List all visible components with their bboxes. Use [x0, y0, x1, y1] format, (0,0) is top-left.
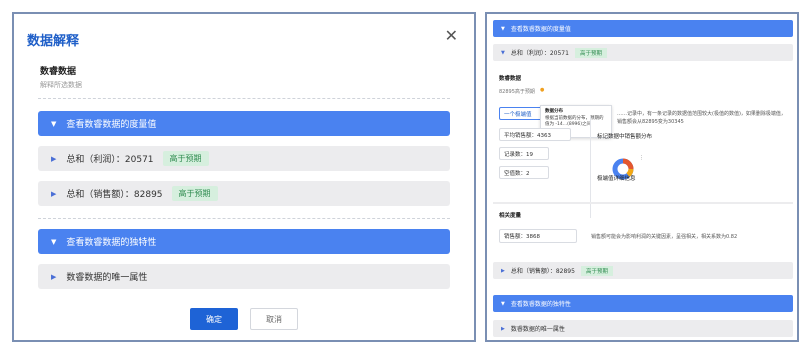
- panel-section-title: 数睿数据: [499, 76, 522, 82]
- caret-right-icon: ▶: [501, 325, 505, 332]
- status-badge: 高于预期: [162, 151, 209, 166]
- null-count-stat: 空值数：2: [499, 166, 549, 179]
- expanded-panel: ▼ 查看数睿数据的度量值 ▼ 总和（利润）：20571 高于预期 数睿数据 82…: [485, 12, 799, 342]
- caret-down-icon: ▼: [501, 25, 505, 32]
- unique-attr-row[interactable]: ▶ 数睿数据的唯一属性: [38, 264, 450, 289]
- profit-row-label: 总和（利润）：20571: [66, 155, 154, 165]
- avg-sales-stat: 平均销售额：4363: [499, 128, 571, 141]
- uniqueness-toggle-label: 查看数睿数据的独特性: [510, 301, 571, 308]
- caret-right-icon: ▶: [51, 189, 57, 198]
- uniqueness-toggle-label: 查看数睿数据的独特性: [66, 238, 157, 248]
- related-description: 销售额可能会为影响利润的关键因素，呈强相关，相关系数为0.82: [591, 234, 738, 240]
- caret-right-icon: ▶: [51, 154, 57, 163]
- status-badge: 高于预期: [580, 265, 613, 276]
- dialog-title: 数据解释: [27, 34, 80, 49]
- warning-icon: ●: [540, 87, 545, 93]
- caret-right-icon: ▶: [51, 272, 57, 281]
- extreme-value-button[interactable]: 一个极端值: [499, 107, 545, 120]
- cancel-button[interactable]: 取消: [250, 308, 298, 330]
- profit-row[interactable]: ▶ 总和（利润）：20571 高于预期: [38, 146, 450, 171]
- caret-down-icon: ▼: [51, 237, 57, 246]
- details-title: 极端值详细信息: [597, 176, 636, 182]
- sales-row[interactable]: ▶ 总和（销售额）：82895 高于预期: [493, 262, 793, 279]
- related-measure[interactable]: 销售额：3868: [499, 229, 577, 243]
- uniqueness-toggle[interactable]: ▼ 查看数睿数据的独特性: [38, 229, 450, 254]
- related-title: 相关度量: [499, 213, 522, 219]
- measures-toggle-label: 查看数睿数据的度量值: [510, 26, 571, 33]
- panel-section-sub: 82895高于预期: [499, 89, 535, 95]
- sales-row[interactable]: ▶ 总和（销售额）：82895 高于预期: [38, 181, 450, 206]
- divider: [493, 202, 793, 204]
- sales-row-label: 总和（销售额）：82895: [66, 190, 163, 200]
- caret-down-icon: ▼: [501, 300, 505, 307]
- unique-attr-row-label: 数睿数据的唯一属性: [510, 326, 565, 333]
- divider: [38, 218, 450, 219]
- caret-down-icon: ▼: [501, 49, 505, 56]
- profit-row-label: 总和（利润）：20571: [510, 50, 569, 57]
- measures-toggle[interactable]: ▼ 查看数睿数据的度量值: [38, 111, 450, 136]
- measures-toggle-label: 查看数睿数据的度量值: [66, 120, 157, 130]
- chart-title: 标记数据中销售额分布: [597, 134, 653, 140]
- ok-button[interactable]: 确定: [190, 308, 238, 330]
- unique-attr-row[interactable]: ▶ 数睿数据的唯一属性: [493, 320, 793, 337]
- tooltip-title: 数据分布: [545, 109, 563, 114]
- profit-row[interactable]: ▼ 总和（利润）：20571 高于预期: [493, 44, 793, 61]
- extreme-description: ……记录中，有一条记录的数据值范围较大(极值的数值)，如果删除极端值，销售额会从…: [617, 111, 786, 125]
- close-icon[interactable]: ✕: [445, 28, 458, 44]
- sales-row-label: 总和（销售额）：82895: [510, 268, 575, 275]
- data-explanation-dialog: 数据解释 ✕ 数睿数据 解释所选数据 ▼ 查看数睿数据的度量值 ▶ 总和（利润）…: [12, 12, 476, 342]
- section-title: 数睿数据: [40, 67, 77, 77]
- measures-toggle[interactable]: ▼ 查看数睿数据的度量值: [493, 20, 793, 37]
- section-subtitle: 解释所选数据: [40, 81, 82, 89]
- more-icon[interactable]: ⋮: [639, 156, 644, 161]
- tooltip-body: 根据当前数据的分布，预期的值为 -14...(8996)之间: [545, 116, 604, 127]
- caret-right-icon: ▶: [501, 267, 505, 274]
- unique-attr-row-label: 数睿数据的唯一属性: [66, 273, 148, 283]
- status-badge: 高于预期: [574, 47, 607, 58]
- divider: [38, 98, 450, 99]
- caret-down-icon: ▼: [51, 119, 57, 128]
- uniqueness-toggle[interactable]: ▼ 查看数睿数据的独特性: [493, 295, 793, 312]
- status-badge: 高于预期: [171, 186, 218, 201]
- record-count-stat: 记录数：19: [499, 147, 549, 160]
